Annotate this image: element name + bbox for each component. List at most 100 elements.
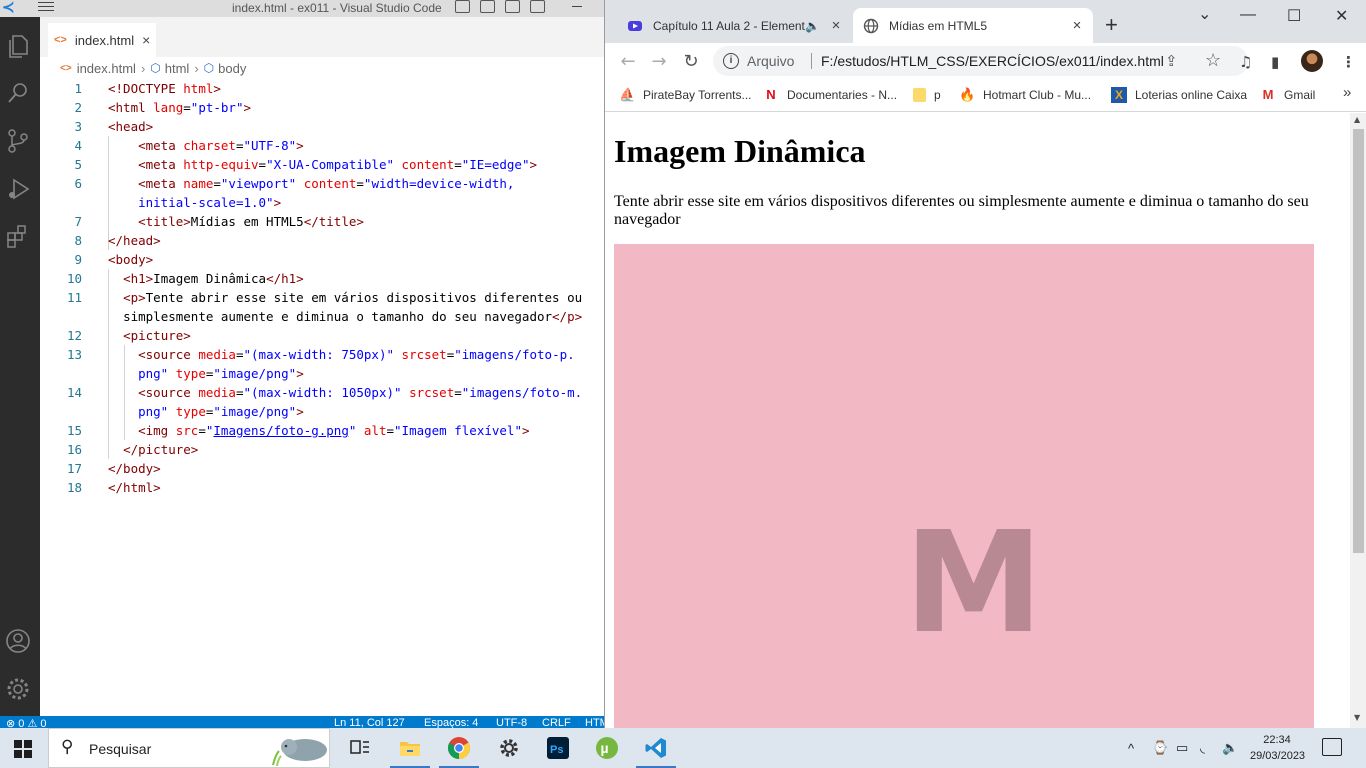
- more-menu-icon[interactable]: ⋮: [1341, 53, 1356, 71]
- manage-gear-icon[interactable]: [4, 675, 32, 703]
- run-debug-icon[interactable]: [4, 175, 32, 203]
- address-bar[interactable]: i Arquivo F:/estudos/HTLM_CSS/EXERCÍCIOS…: [713, 46, 1248, 76]
- extensions-icon[interactable]: [4, 223, 32, 251]
- new-tab-button[interactable]: +: [1105, 12, 1118, 38]
- scroll-down-icon[interactable]: ▼: [1354, 713, 1360, 722]
- code-editor[interactable]: 1 <!DOCTYPE html> 2 <html lang="pt-br"> 3 <…: [40, 79, 605, 716]
- scroll-up-icon[interactable]: ▲: [1354, 115, 1360, 124]
- bookmark-item[interactable]: 🔥 Hotmart Club - Mu...: [959, 86, 1091, 104]
- forward-button[interactable]: →: [648, 51, 670, 73]
- cursor-position[interactable]: Ln 11, Col 127: [334, 717, 405, 728]
- code-line: 15 <img src="Imagens/foto-g.png" alt="Im…: [66, 423, 530, 438]
- chrome-icon[interactable]: [437, 728, 481, 768]
- code-line: 2 <html lang="pt-br">: [74, 100, 252, 115]
- bookmark-label: Gmail: [1284, 88, 1316, 102]
- maximize-icon[interactable]: ☐: [1287, 6, 1301, 26]
- taskbar-search[interactable]: ⚲ Pesquisar: [48, 728, 330, 768]
- notifications-icon[interactable]: [1322, 738, 1342, 756]
- more-bookmarks-icon[interactable]: »: [1343, 84, 1351, 101]
- code-line: initial-scale=1.0">: [138, 195, 282, 210]
- bookmark-item[interactable]: N Documentaries - N...: [763, 86, 897, 104]
- source-control-icon[interactable]: [4, 127, 32, 155]
- minimize-icon[interactable]: [572, 6, 582, 7]
- code-line: 8 </head>: [74, 233, 161, 248]
- bookmarks-bar: ⛵ PirateBay Torrents... N Documentaries …: [605, 80, 1366, 112]
- encoding-status[interactable]: UTF-8: [496, 717, 527, 728]
- chevron-right-icon: ›: [194, 60, 199, 76]
- battery-icon[interactable]: ▭: [1176, 728, 1188, 768]
- accounts-icon[interactable]: [4, 627, 32, 655]
- bookmark-item[interactable]: X Loterias online Caixa: [1111, 86, 1247, 104]
- windows-start-icon[interactable]: [14, 740, 32, 758]
- bookmark-item[interactable]: M Gmail: [1260, 86, 1316, 104]
- language-status[interactable]: HTML: [585, 717, 605, 728]
- customize-layout-icon[interactable]: [530, 0, 545, 13]
- problems-status[interactable]: ⊗ 0 ⚠ 0: [6, 717, 46, 728]
- file-explorer-icon[interactable]: [388, 728, 432, 768]
- taskbar-clock[interactable]: 22:34 29/03/2023: [1250, 732, 1305, 764]
- settings-gear-icon[interactable]: [487, 728, 531, 768]
- reload-button[interactable]: ↻: [680, 51, 702, 73]
- tab-youtube[interactable]: Capítulo 11 Aula 2 - Elementos 🔈 ×: [617, 8, 852, 43]
- bookmark-label: Loterias online Caixa: [1135, 88, 1248, 102]
- share-icon[interactable]: ⇪: [1165, 52, 1178, 70]
- close-window-icon[interactable]: ✕: [1335, 6, 1348, 26]
- code-line: 7 <title>Mídias em HTML5</title>: [74, 214, 364, 229]
- search-placeholder: Pesquisar: [89, 741, 152, 757]
- image-letter: M: [904, 502, 1044, 665]
- close-tab-icon[interactable]: ×: [1067, 17, 1087, 34]
- bookmark-item[interactable]: ⛵ PirateBay Torrents...: [619, 86, 752, 104]
- scrollbar-thumb[interactable]: [1353, 129, 1364, 553]
- close-tab-icon[interactable]: ×: [826, 17, 846, 34]
- breadcrumb-file[interactable]: index.html: [77, 61, 136, 76]
- tab-index-html[interactable]: <> index.html ×: [48, 23, 156, 57]
- tab-title: Capítulo 11 Aula 2 - Elementos: [653, 18, 806, 33]
- chrome-toolbar: ← → ↻ i Arquivo F:/estudos/HTLM_CSS/EXER…: [605, 43, 1366, 80]
- activity-bar: [0, 17, 40, 716]
- search-icon[interactable]: [4, 79, 32, 107]
- vscode-logo-icon: ≺: [2, 0, 15, 16]
- site-info-icon[interactable]: i: [723, 53, 739, 69]
- toggle-primary-sidebar-icon[interactable]: [455, 0, 470, 13]
- code-line: 13 <source media="(max-width: 750px)" sr…: [66, 347, 575, 362]
- explorer-icon[interactable]: [4, 31, 32, 59]
- profile-avatar[interactable]: [1301, 50, 1323, 72]
- meet-now-icon[interactable]: ⌚: [1152, 728, 1168, 768]
- back-button[interactable]: ←: [617, 51, 639, 73]
- utorrent-icon[interactable]: µ: [585, 728, 629, 768]
- eol-status[interactable]: CRLF: [542, 717, 571, 728]
- chrome-window: Capítulo 11 Aula 2 - Elementos 🔈 × Mídia…: [604, 0, 1366, 728]
- hamburger-menu-icon[interactable]: [36, 0, 56, 15]
- netflix-icon: N: [766, 87, 776, 102]
- tab-midias-html5[interactable]: Mídias em HTML5 ×: [853, 8, 1093, 43]
- wifi-icon[interactable]: ◟: [1200, 728, 1205, 768]
- side-panel-icon[interactable]: ▮: [1271, 53, 1279, 71]
- task-view-icon[interactable]: [338, 728, 382, 768]
- photoshop-icon[interactable]: Ps: [536, 728, 580, 768]
- vscode-icon[interactable]: [634, 728, 678, 768]
- volume-icon[interactable]: 🔈: [1222, 728, 1238, 768]
- close-tab-icon[interactable]: ×: [142, 32, 150, 48]
- code-line: png" type="image/png">: [138, 366, 304, 381]
- audio-playing-icon[interactable]: 🔈: [805, 19, 820, 33]
- breadcrumb-body[interactable]: body: [218, 61, 246, 76]
- clock-time: 22:34: [1263, 734, 1291, 746]
- page-scrollbar[interactable]: ▲ ▼: [1350, 113, 1366, 728]
- code-line: 14 <source media="(max-width: 1050px)" s…: [66, 385, 583, 400]
- breadcrumb-html[interactable]: html: [165, 61, 190, 76]
- tray-expand-icon[interactable]: ^: [1128, 728, 1134, 768]
- indentation-status[interactable]: Espaços: 4: [424, 717, 478, 728]
- minimize-icon[interactable]: —: [1240, 6, 1256, 24]
- editor-tabs: <> index.html ×: [40, 17, 605, 57]
- url-text[interactable]: F:/estudos/HTLM_CSS/EXERCÍCIOS/ex011/ind…: [821, 53, 1164, 69]
- bookmark-label: PirateBay Torrents...: [643, 88, 752, 102]
- gmail-icon: M: [1262, 87, 1274, 102]
- toggle-secondary-sidebar-icon[interactable]: [505, 0, 520, 13]
- vscode-window: ≺ index.html - ex011 - Visual Studio Cod…: [0, 0, 605, 728]
- page-paragraph: Tente abrir esse site em vários disposit…: [614, 193, 1309, 228]
- media-controls-icon[interactable]: ♫: [1239, 53, 1252, 71]
- bookmark-item[interactable]: p: [913, 86, 941, 104]
- tab-search-icon[interactable]: ⌄: [1198, 4, 1211, 24]
- toggle-panel-icon[interactable]: [480, 0, 495, 13]
- bookmark-star-icon[interactable]: ☆: [1205, 50, 1221, 71]
